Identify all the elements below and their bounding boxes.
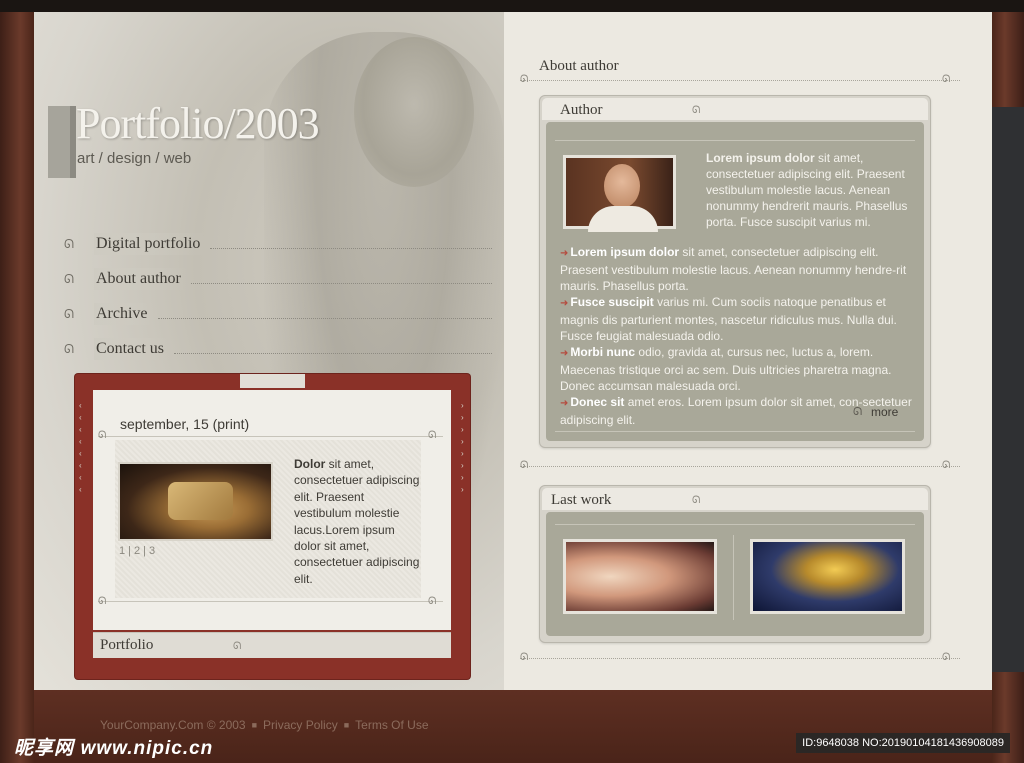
swirl-icon: ᘏ: [942, 74, 951, 85]
watermark-id: ID:9648038 NO:20190104181436908089: [796, 733, 1010, 753]
divider: [98, 436, 443, 437]
last-work-panel-title: Last work: [551, 492, 612, 508]
swirl-icon: ᘏ: [520, 652, 529, 663]
swirl-icon: ᘏ: [428, 596, 437, 607]
swirl-icon: ᘏ: [233, 641, 242, 652]
list-item-bold: Donec sit: [570, 395, 625, 409]
arrow-right-icon: ➜: [560, 248, 569, 259]
swirl-icon: ᘏ: [942, 460, 951, 471]
list-item-bold: Morbi nunc: [570, 345, 636, 359]
list-item-bold: Lorem ipsum dolor: [570, 245, 680, 259]
swirl-icon: ᘏ: [428, 430, 437, 441]
right-frame: [992, 12, 1024, 763]
divider: [520, 658, 960, 659]
divider: [98, 601, 443, 602]
news-body-text: Dolor sit amet, consectetuer adipiscing …: [294, 456, 424, 587]
divider: [520, 80, 960, 81]
left-frame: [0, 12, 34, 763]
binding-stitches: ‹ ‹ ‹ ‹ ‹ ‹ ‹ ‹: [79, 401, 82, 494]
divider: [733, 535, 734, 620]
footer-terms-link[interactable]: Terms Of Use: [355, 718, 428, 732]
watermark-brand: 昵享网 www.nipic.cn: [14, 733, 213, 760]
news-pager: 1 | 2 | 3: [119, 545, 155, 557]
divider: [555, 524, 915, 525]
swirl-icon: ᘏ: [692, 495, 701, 506]
last-work-panel-header: Last work ᘏ: [542, 488, 928, 510]
pager-separator: |: [128, 545, 131, 557]
nav-item-about-author[interactable]: ᘏ About author: [60, 261, 492, 296]
news-body-rest: sit amet, consectetuer adipiscing elit. …: [294, 457, 420, 586]
swirl-icon: ᘏ: [98, 430, 107, 441]
footer-separator-icon: ■: [251, 720, 258, 730]
nav-item-digital-portfolio[interactable]: ᘏ Digital portfolio: [60, 226, 492, 261]
watermark-url: www.nipic.cn: [80, 738, 214, 759]
pager-page-1[interactable]: 1: [119, 545, 125, 557]
swirl-icon: ᘏ: [520, 74, 529, 85]
swirl-icon: ᘏ: [64, 271, 74, 286]
swirl-icon: ᘏ: [520, 460, 529, 471]
nav-item-archive[interactable]: ᘏ Archive: [60, 296, 492, 331]
list-item: ➜ Fusce suscipit varius mi. Cum sociis na…: [560, 294, 912, 344]
swirl-icon: ᘏ: [64, 306, 74, 321]
pager-separator: |: [143, 545, 146, 557]
footer-copyright: YourCompany.Com © 2003: [100, 718, 246, 732]
nav-divider: [174, 353, 492, 354]
arrow-right-icon: ➜: [560, 298, 569, 309]
main-nav: ᘏ Digital portfolio ᘏ About author ᘏ Arc…: [60, 226, 492, 366]
nav-divider: [210, 248, 492, 249]
nav-divider: [157, 318, 492, 319]
news-card-footer-title[interactable]: Portfolio: [100, 637, 153, 654]
author-panel-header: Author ᘏ: [542, 98, 928, 120]
author-panel-title: Author: [560, 102, 603, 118]
nav-item-label: Digital portfolio: [94, 232, 207, 255]
divider: [555, 140, 915, 141]
author-photo: [563, 155, 676, 232]
divider: [555, 431, 915, 432]
author-intro-bold: Lorem ipsum dolor: [706, 151, 815, 165]
nav-item-label: Archive: [94, 302, 154, 325]
footer-separator-icon: ■: [343, 720, 350, 730]
author-intro-text: Lorem ipsum dolor sit amet, consectetuer…: [706, 150, 916, 230]
hero-figure-head: [354, 37, 474, 187]
news-date: september, 15 (print): [120, 416, 250, 432]
divider: [520, 466, 960, 467]
nav-item-label: Contact us: [94, 337, 170, 360]
last-work-thumbnail-2[interactable]: [750, 539, 905, 614]
nav-item-label: About author: [94, 267, 187, 290]
news-body-bold: Dolor: [294, 457, 326, 471]
more-link[interactable]: more: [871, 405, 898, 419]
site-tagline: art / design / web: [77, 150, 192, 167]
list-item: ➜ Morbi nunc odio, gravida at, cursus nec…: [560, 344, 912, 394]
list-item-bold: Fusce suscipit: [570, 295, 654, 309]
last-work-thumbnail-1[interactable]: [563, 539, 717, 614]
pager-page-2[interactable]: 2: [134, 545, 140, 557]
news-card-footer: Portfolio ᘏ: [93, 632, 451, 658]
swirl-icon: ᘏ: [98, 596, 107, 607]
swirl-icon: ᘏ: [853, 406, 863, 418]
nav-item-contact-us[interactable]: ᘏ Contact us: [60, 331, 492, 366]
swirl-icon: ᘏ: [64, 236, 74, 251]
news-thumbnail-image[interactable]: [118, 462, 273, 541]
nav-divider: [190, 283, 492, 284]
binding-stitches: › › › › › › › ›: [461, 401, 464, 494]
logo-bar: [48, 106, 70, 178]
news-card-tab-notch: [240, 374, 305, 388]
site-logo-title[interactable]: Portfolio/2003: [76, 98, 320, 149]
swirl-icon: ᘏ: [64, 341, 74, 356]
arrow-right-icon: ➜: [560, 348, 569, 359]
about-section-title: About author: [539, 58, 619, 74]
site-footer: YourCompany.Com © 2003 ■ Privacy Policy …: [100, 718, 429, 732]
author-bullet-list: ➜ Lorem ipsum dolor sit amet, consectetue…: [560, 244, 912, 428]
swirl-icon: ᘏ: [942, 652, 951, 663]
footer-privacy-link[interactable]: Privacy Policy: [263, 718, 338, 732]
swirl-icon: ᘏ: [692, 105, 701, 116]
watermark-brand-text: 昵享网: [14, 738, 75, 759]
arrow-right-icon: ➜: [560, 398, 569, 409]
top-frame: [0, 0, 1024, 12]
list-item: ➜ Lorem ipsum dolor sit amet, consectetue…: [560, 244, 912, 294]
pager-page-3[interactable]: 3: [149, 545, 155, 557]
